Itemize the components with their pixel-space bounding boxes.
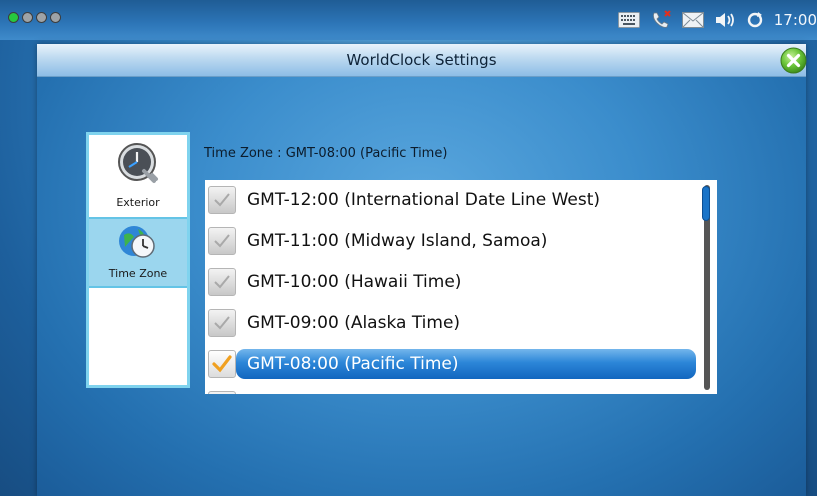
indicator-dot bbox=[36, 12, 47, 23]
time-zone-option[interactable]: GMT-12:00 (International Date Line West) bbox=[205, 180, 717, 221]
time-zone-option-label: GMT-11:00 (Midway Island, Samoa) bbox=[247, 231, 548, 251]
sidebar-item-label: Time Zone bbox=[108, 267, 168, 280]
sidebar-item-exterior[interactable]: Exterior bbox=[89, 135, 187, 217]
checkbox[interactable] bbox=[208, 391, 236, 394]
checkbox[interactable] bbox=[208, 268, 236, 296]
indicator-dot bbox=[22, 12, 33, 23]
time-zone-option-label: GMT-08:00 (Pacific Time) bbox=[247, 354, 459, 374]
time-zone-option-label: GMT-10:00 (Hawaii Time) bbox=[247, 272, 462, 292]
time-zone-option[interactable]: GMT-10:00 (Hawaii Time) bbox=[205, 262, 717, 303]
globe-clock-icon bbox=[119, 226, 155, 258]
dialog-title: WorldClock Settings bbox=[346, 51, 497, 69]
check-icon bbox=[212, 355, 232, 373]
checkbox[interactable] bbox=[208, 227, 236, 255]
check-icon bbox=[214, 275, 230, 289]
status-icons: 17:00 bbox=[617, 6, 817, 34]
missed-call-icon bbox=[652, 10, 671, 28]
mail-icon bbox=[681, 12, 704, 28]
checkbox[interactable] bbox=[208, 309, 236, 337]
check-icon bbox=[214, 316, 230, 330]
time-zone-option[interactable]: GMT-09:00 (Alaska Time) bbox=[205, 303, 717, 344]
time-zone-option-label: GMT-09:00 (Alaska Time) bbox=[247, 313, 461, 333]
time-zone-option-label: GMT-12:00 (International Date Line West) bbox=[247, 190, 601, 210]
sidebar-item-time-zone[interactable]: Time Zone bbox=[89, 217, 187, 288]
status-bar: 17:00 bbox=[0, 0, 817, 40]
check-icon bbox=[214, 234, 230, 248]
time-zone-list[interactable]: GMT-12:00 (International Date Line West)… bbox=[205, 180, 717, 394]
status-clock: 17:00 bbox=[773, 11, 817, 29]
page-indicator bbox=[8, 12, 61, 23]
sync-icon bbox=[747, 12, 762, 28]
indicator-dot bbox=[50, 12, 61, 23]
settings-sidebar: Exterior Time Zone bbox=[86, 132, 190, 388]
keyboard-icon bbox=[617, 12, 640, 28]
checkbox[interactable] bbox=[208, 186, 236, 214]
time-zone-option[interactable]: GMT-11:00 (Midway Island, Samoa) bbox=[205, 221, 717, 262]
checkbox-checked[interactable] bbox=[208, 350, 236, 378]
time-zone-option-selected[interactable]: GMT-08:00 (Pacific Time) bbox=[205, 344, 717, 385]
indicator-dot bbox=[8, 12, 19, 23]
sidebar-item-label: Exterior bbox=[116, 196, 160, 209]
current-time-zone-label: Time Zone : GMT-08:00 (Pacific Time) bbox=[204, 146, 448, 161]
scrollbar-thumb[interactable] bbox=[702, 186, 710, 221]
worldclock-settings-dialog: WorldClock Settings Exterior Time Zone T… bbox=[37, 44, 807, 496]
dialog-title-bar: WorldClock Settings bbox=[37, 44, 807, 77]
volume-icon bbox=[715, 13, 734, 27]
clock-wrench-icon bbox=[118, 143, 158, 183]
close-icon[interactable] bbox=[780, 47, 807, 74]
check-icon bbox=[214, 193, 230, 207]
time-zone-option-partial[interactable] bbox=[205, 385, 717, 394]
